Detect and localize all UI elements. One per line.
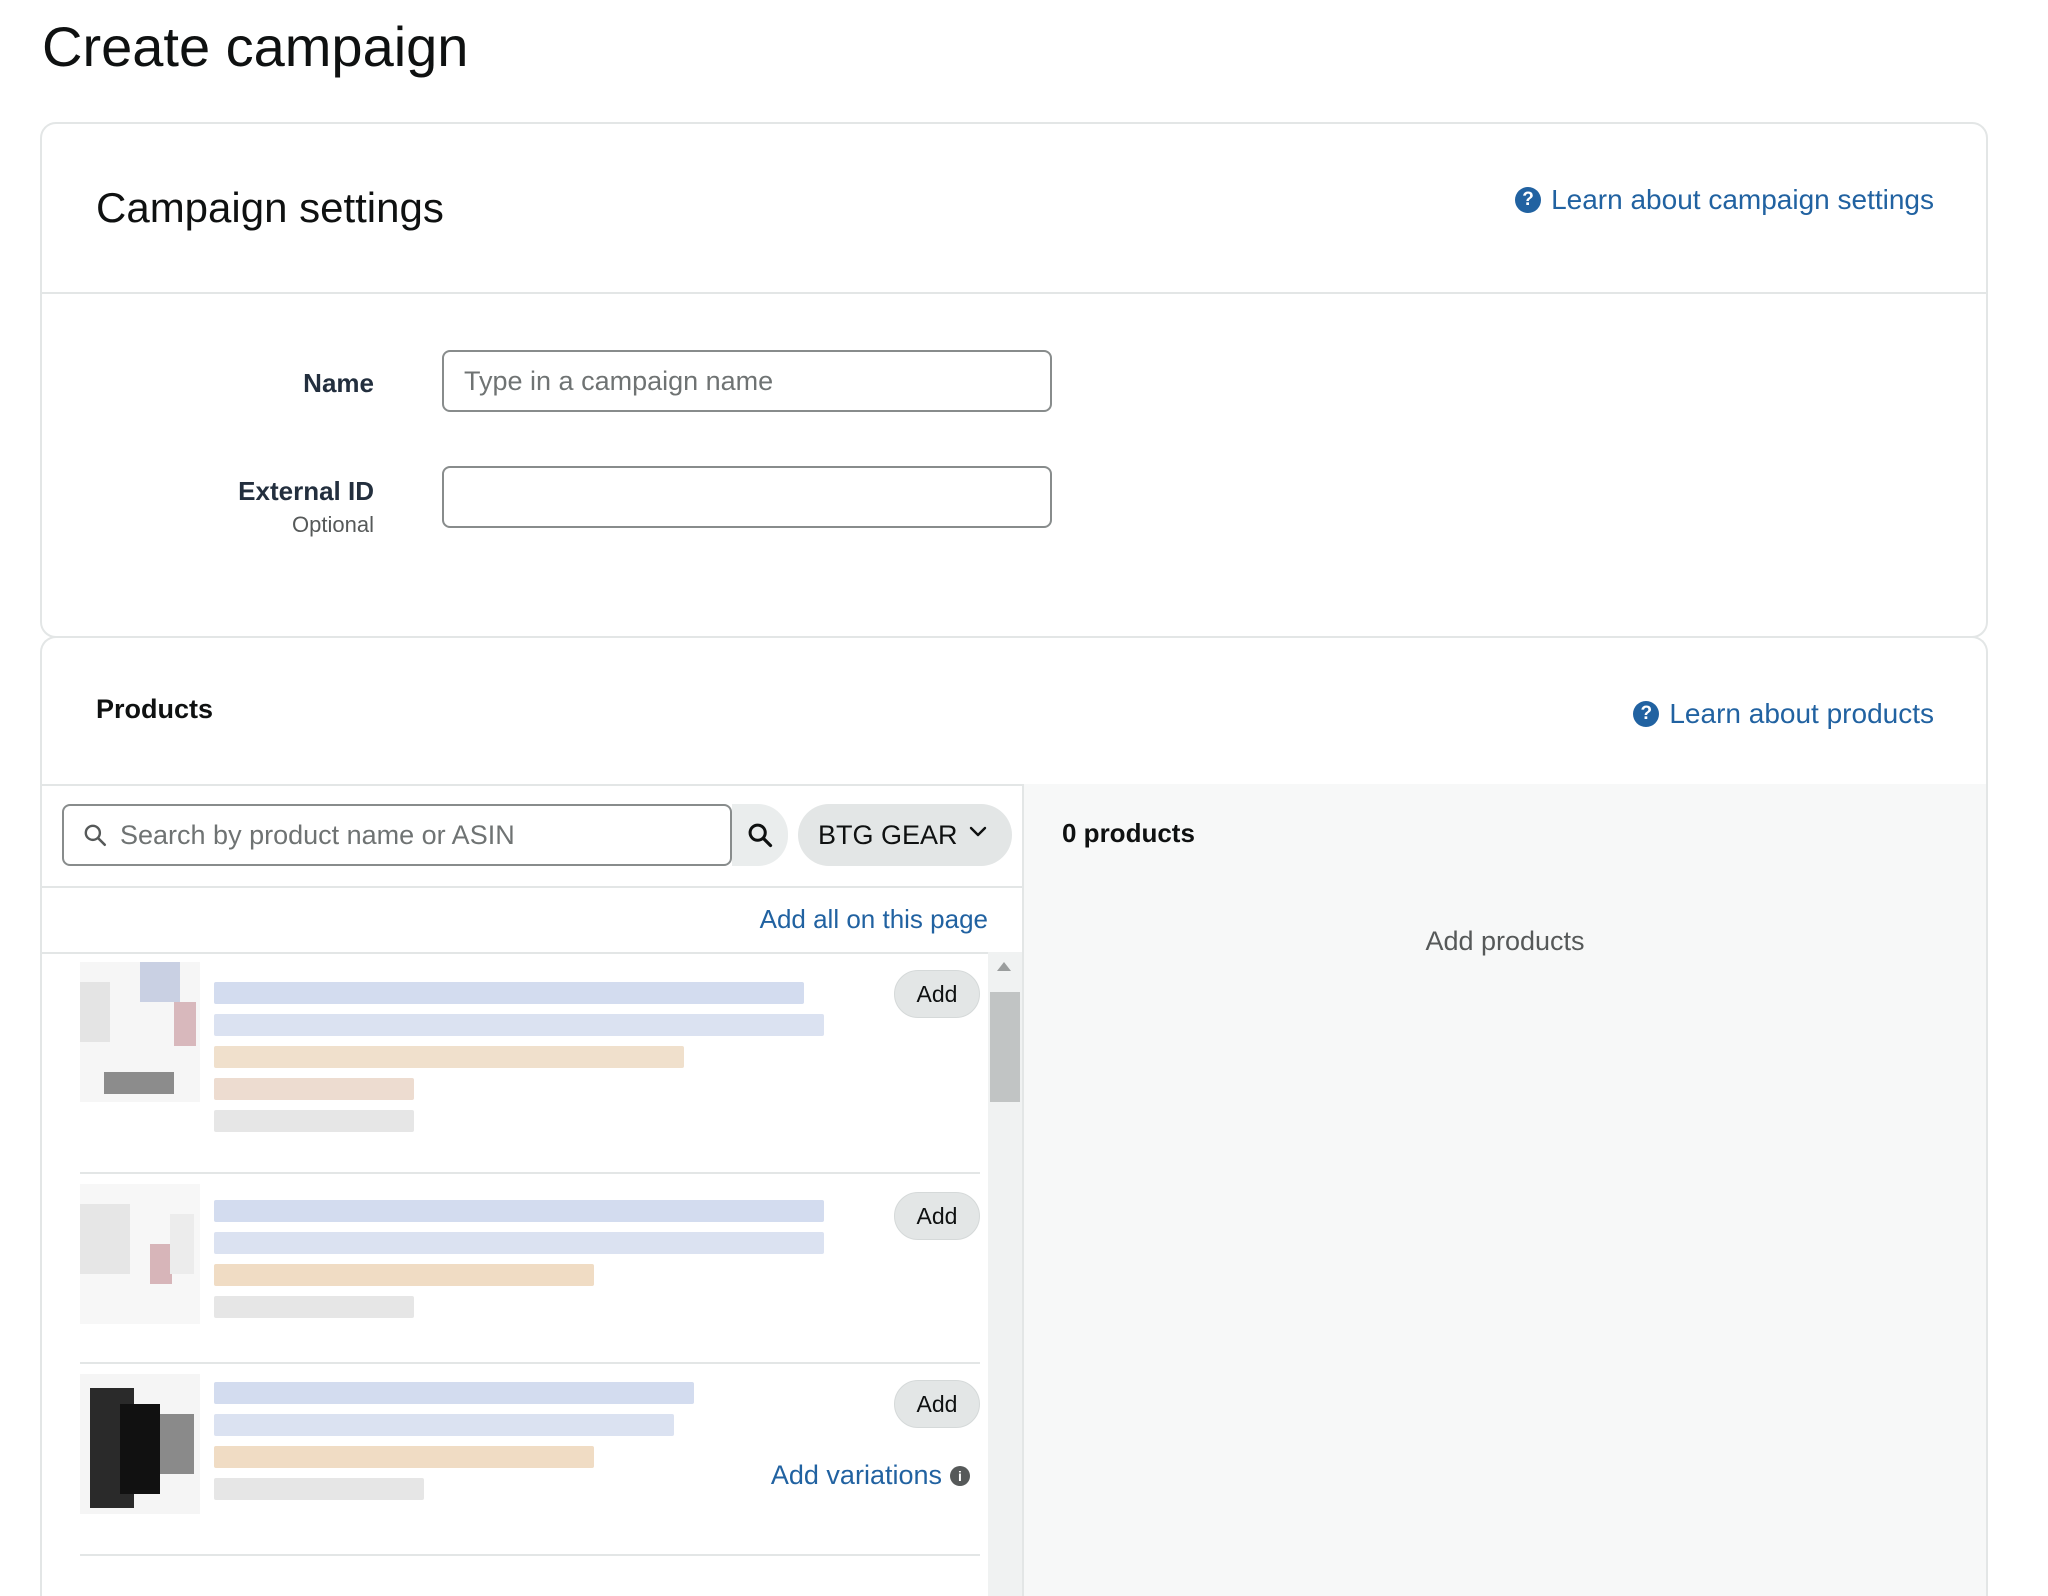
brand-select[interactable]: BTG GEAR [798, 804, 1012, 866]
campaign-settings-card: Campaign settings ? Learn about campaign… [40, 122, 1988, 638]
product-list: Add Add Add Add variations i [42, 952, 1022, 1596]
external-id-input[interactable] [442, 466, 1052, 528]
add-product-button[interactable]: Add [894, 1380, 980, 1428]
help-icon: ? [1515, 187, 1542, 213]
campaign-settings-header: Campaign settings ? Learn about campaign… [42, 124, 1986, 294]
product-details-redacted [214, 982, 824, 1142]
search-icon [82, 822, 108, 848]
product-row: Add [80, 952, 980, 1174]
empty-state-label: Add products [1425, 926, 1585, 956]
page-title: Create campaign [42, 15, 469, 78]
scrollbar-thumb[interactable] [990, 992, 1020, 1102]
product-row: Add [80, 1174, 980, 1364]
search-icon [746, 821, 774, 849]
learn-campaign-settings-link[interactable]: ? Learn about campaign settings [1515, 184, 1934, 216]
learn-campaign-settings-label: Learn about campaign settings [1551, 184, 1934, 215]
selected-products-pane: 0 products Add products [1024, 784, 1986, 1596]
chevron-down-icon [966, 820, 990, 851]
product-search-pane: BTG GEAR Add all on this page [42, 784, 1024, 1596]
product-thumbnail [80, 1184, 200, 1324]
product-row: Add Add variations i [80, 1364, 980, 1556]
info-icon[interactable]: i [950, 1465, 970, 1486]
product-search-input[interactable] [118, 818, 730, 852]
name-label: Name [303, 368, 374, 398]
add-all-row: Add all on this page [42, 886, 1022, 954]
learn-products-label: Learn about products [1669, 698, 1934, 729]
external-id-label: External ID [238, 476, 374, 506]
products-header: Products ? Learn about products [42, 638, 1986, 786]
products-card: Products ? Learn about products BTG GEAR… [40, 636, 1988, 1596]
product-list-scrollbar[interactable] [988, 952, 1022, 1596]
add-variations-label: Add variations [770, 1460, 942, 1490]
add-product-button[interactable]: Add [894, 1192, 980, 1240]
scroll-up-arrow-icon[interactable] [997, 962, 1011, 971]
product-thumbnail [80, 1374, 200, 1514]
product-thumbnail [80, 962, 200, 1102]
product-details-redacted [214, 1382, 824, 1510]
campaign-name-input[interactable] [442, 350, 1052, 412]
add-all-on-page-link[interactable]: Add all on this page [760, 904, 988, 935]
add-product-button[interactable]: Add [894, 970, 980, 1018]
products-title: Products [96, 694, 214, 724]
campaign-settings-title: Campaign settings [96, 184, 444, 231]
add-variations-link[interactable]: Add variations i [771, 1460, 970, 1491]
help-icon: ? [1633, 701, 1660, 727]
brand-select-value: BTG GEAR [818, 819, 958, 850]
product-details-redacted [214, 1200, 824, 1328]
learn-products-link[interactable]: ? Learn about products [1633, 698, 1934, 730]
product-search-bar[interactable] [62, 804, 732, 866]
search-submit-button[interactable] [732, 804, 788, 866]
selected-products-count: 0 products [1062, 818, 1195, 848]
external-id-optional-label: Optional [292, 512, 374, 537]
